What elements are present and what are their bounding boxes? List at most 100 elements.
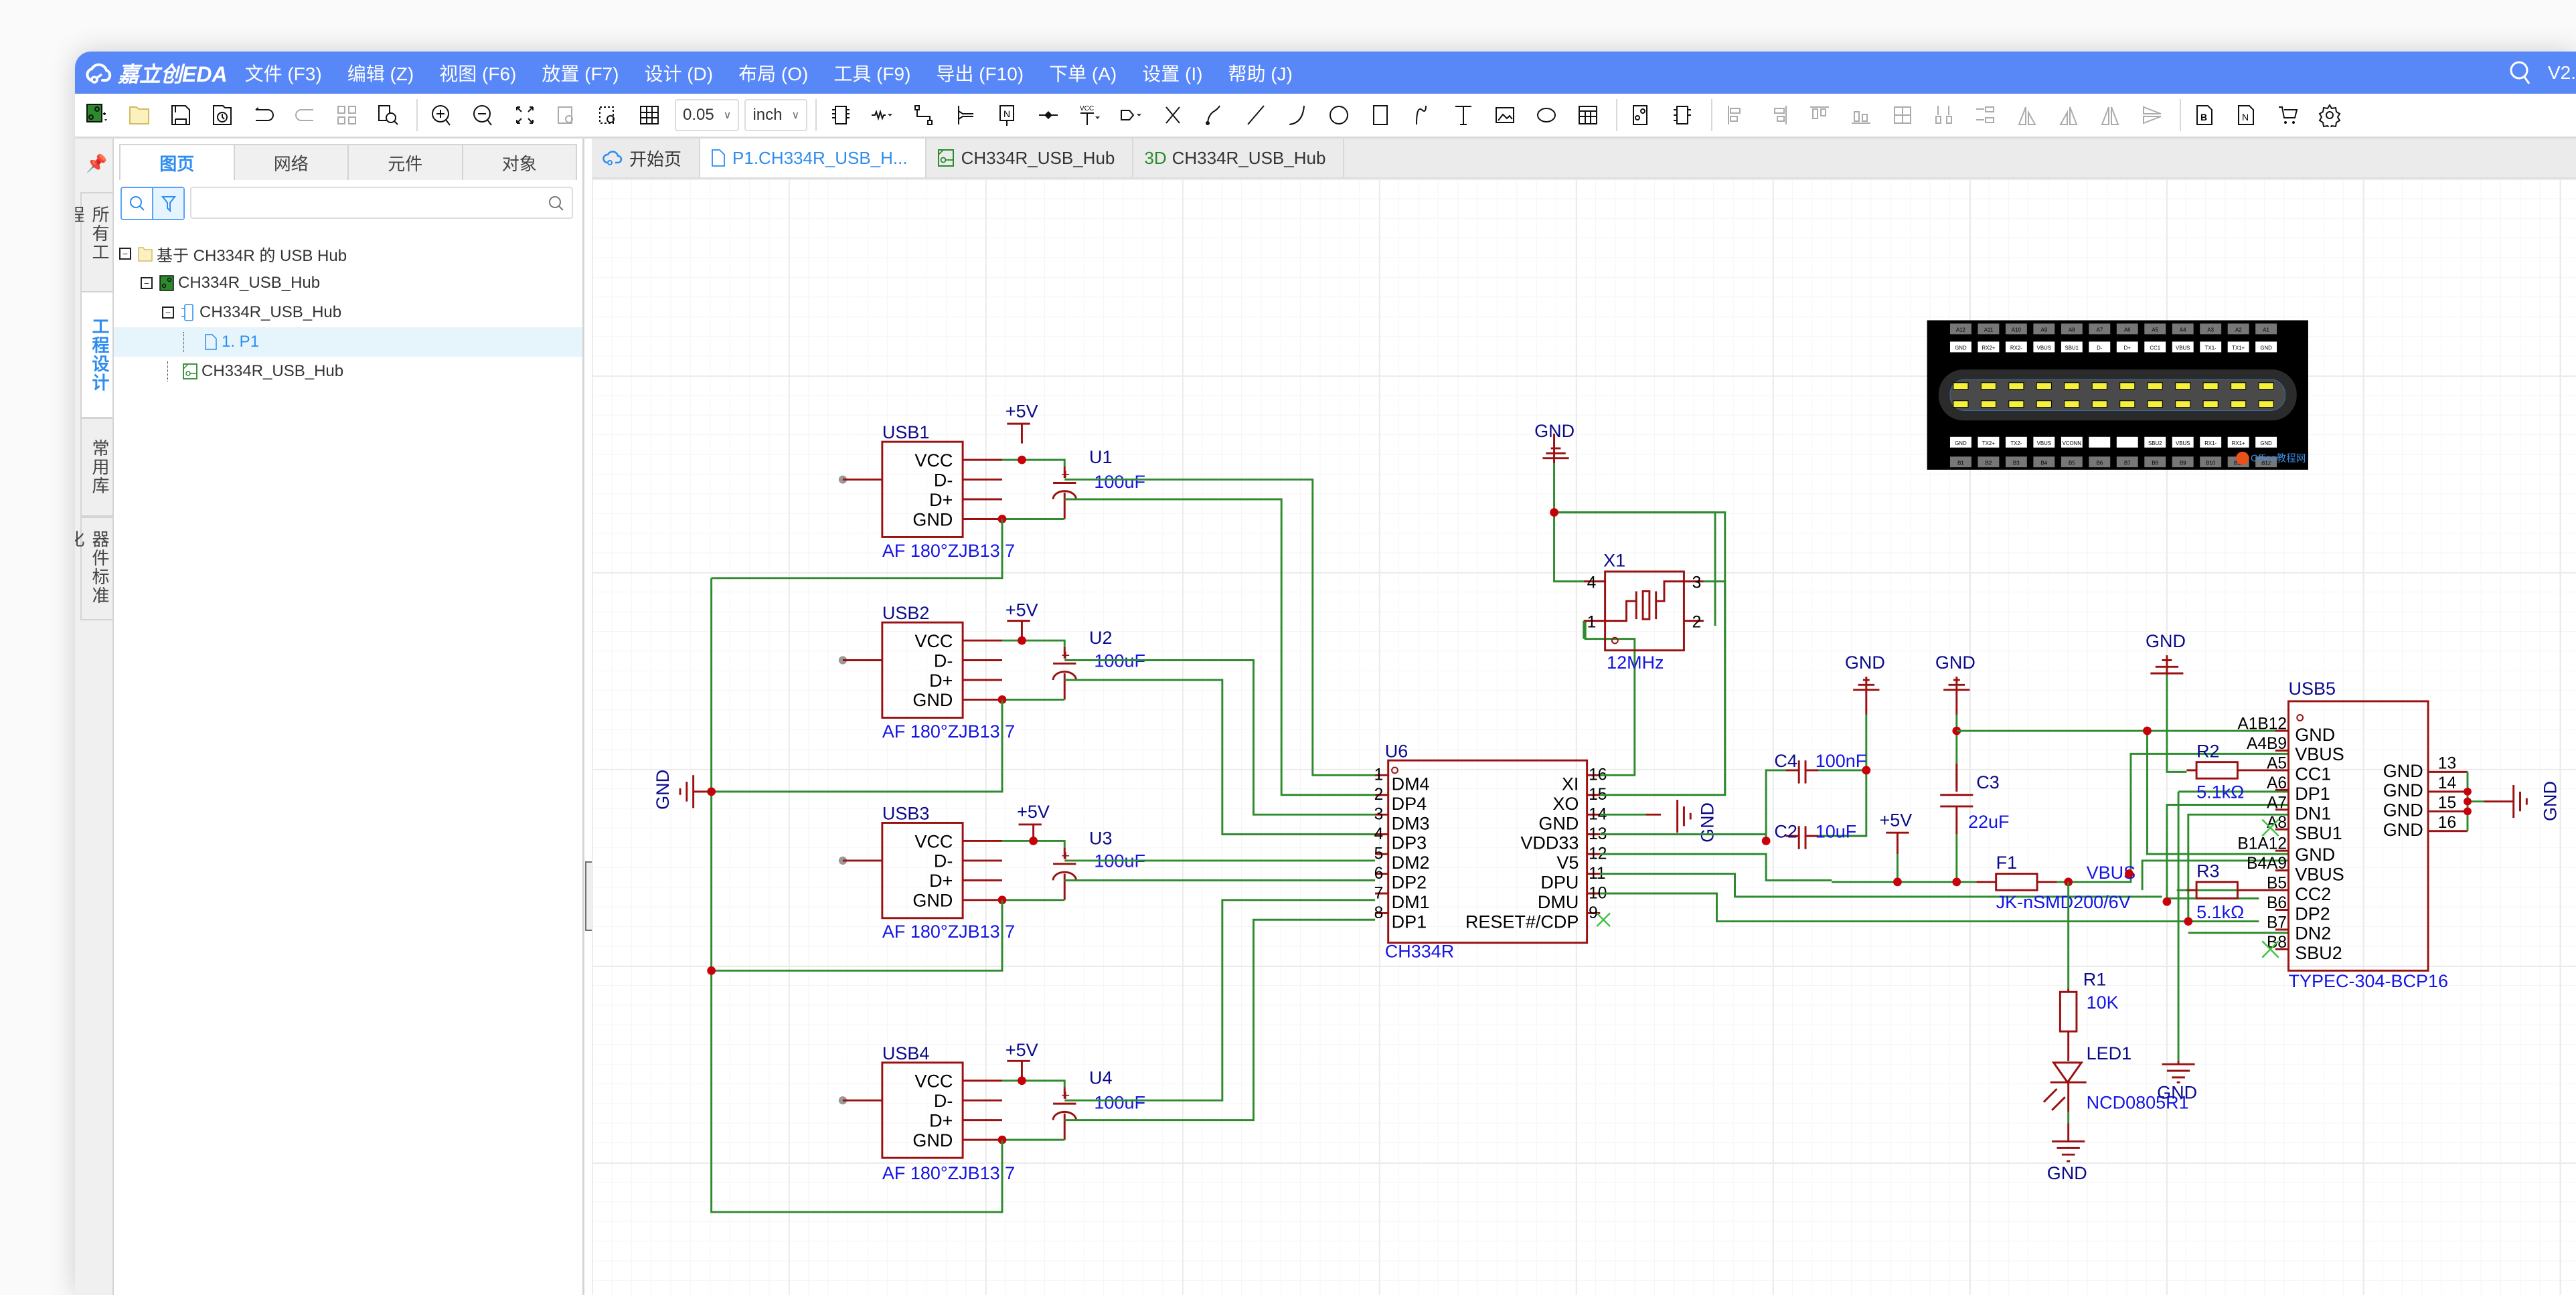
- align-right-button[interactable]: [1762, 99, 1794, 131]
- place-component-button[interactable]: [825, 99, 857, 131]
- line-button[interactable]: [1240, 99, 1272, 131]
- rotate-left-button[interactable]: [2011, 99, 2043, 131]
- rectangle-button[interactable]: [1364, 99, 1396, 131]
- order-button[interactable]: [2272, 99, 2304, 131]
- collapse-icon[interactable]: −: [162, 307, 174, 319]
- save-history-button[interactable]: [206, 99, 238, 131]
- tree-item-pcb[interactable]: CH334R_USB_Hub: [114, 357, 582, 386]
- search-box[interactable]: [190, 187, 573, 219]
- tree-item-project[interactable]: − 基于 CH334R 的 USB Hub: [114, 239, 582, 268]
- undo-button[interactable]: [248, 99, 280, 131]
- place-no-connect-button[interactable]: [1157, 99, 1189, 131]
- side-tab-project-design[interactable]: 工程设计: [80, 291, 112, 418]
- distribute-v-button[interactable]: [1969, 99, 2002, 131]
- cross-probe-button[interactable]: [1625, 99, 1658, 131]
- menu-place[interactable]: 放置 (F7): [542, 60, 619, 86]
- table-button[interactable]: [1572, 99, 1604, 131]
- group-button[interactable]: [331, 99, 363, 131]
- arc-button[interactable]: [1281, 99, 1313, 131]
- unit-select[interactable]: inch ∨: [744, 99, 808, 131]
- grid-size-select[interactable]: 0.05 ∨: [675, 99, 740, 131]
- circle-icon: [1330, 106, 1349, 124]
- search-icon[interactable]: [2509, 60, 2532, 86]
- menu-edit[interactable]: 编辑 (Z): [347, 60, 414, 86]
- app-logo-text: 嘉立创EDA: [118, 62, 228, 86]
- align-bottom-button[interactable]: [1845, 99, 1877, 131]
- app-logo[interactable]: 嘉立创EDA: [84, 58, 228, 88]
- place-netport-button[interactable]: [1115, 99, 1147, 131]
- panel-tab-objects[interactable]: 对象: [463, 145, 576, 180]
- open-button[interactable]: [123, 99, 155, 131]
- project-tree: − 基于 CH334R 的 USB Hub − CH334R_USB_Hub −…: [114, 239, 582, 386]
- zoom-out-icon: [473, 105, 492, 126]
- tree-item-page[interactable]: 1. P1: [114, 327, 582, 357]
- menu-file[interactable]: 文件 (F3): [245, 60, 322, 86]
- distribute-h-icon: [1935, 106, 1953, 124]
- menu-layout[interactable]: 布局 (O): [738, 60, 808, 86]
- collapse-icon[interactable]: −: [141, 277, 153, 289]
- panel-tab-nets[interactable]: 网络: [235, 145, 349, 180]
- bezier-button[interactable]: [1406, 99, 1438, 131]
- new-schematic-button[interactable]: [82, 99, 114, 131]
- doc-tab-3d[interactable]: 3D CH334R_USB_Hub: [1133, 139, 1345, 177]
- menu-help[interactable]: 帮助 (J): [1228, 60, 1292, 86]
- menu-export[interactable]: 导出 (F10): [936, 60, 1024, 86]
- image-button[interactable]: [1489, 99, 1521, 131]
- collapse-icon[interactable]: −: [119, 248, 131, 260]
- place-junction-button[interactable]: [1032, 99, 1064, 131]
- bom-button[interactable]: B: [2189, 99, 2221, 131]
- menu-design[interactable]: 设计 (D): [644, 60, 713, 86]
- doc-tab-start[interactable]: 开始页: [592, 139, 701, 177]
- panel-tab-pages[interactable]: 图页: [120, 145, 235, 180]
- place-netlabel-button[interactable]: N: [991, 99, 1023, 131]
- text-button[interactable]: [1447, 99, 1479, 131]
- zoom-area-button[interactable]: [592, 99, 624, 131]
- menu-view[interactable]: 视图 (F6): [439, 60, 516, 86]
- filter-mode-button[interactable]: [152, 188, 183, 219]
- doc-tab-schematic-page[interactable]: P1.CH334R_USB_H...: [700, 139, 927, 177]
- search-icon[interactable]: [548, 195, 565, 212]
- place-wire-button[interactable]: [908, 99, 940, 131]
- fit-view-button[interactable]: [509, 99, 541, 131]
- pin-icon[interactable]: 📌: [86, 153, 107, 174]
- tree-item-schematic[interactable]: − CH334R_USB_Hub: [114, 298, 582, 327]
- search-mode-button[interactable]: [122, 188, 152, 219]
- settings-button[interactable]: [2314, 99, 2346, 131]
- menu-tools[interactable]: 工具 (F9): [833, 60, 910, 86]
- doc-tab-pcb[interactable]: CH334R_USB_Hub: [927, 139, 1134, 177]
- tree-item-board[interactable]: − CH334R_USB_Hub: [114, 268, 582, 298]
- freehand-button[interactable]: [1198, 99, 1230, 131]
- rotate-right-button[interactable]: [2052, 99, 2085, 131]
- save-button[interactable]: [165, 99, 197, 131]
- place-resistor-button[interactable]: [866, 99, 898, 131]
- place-vcc-button[interactable]: VCC: [1074, 99, 1106, 131]
- zoom-selection-button[interactable]: [550, 99, 582, 131]
- flip-h-button[interactable]: [2094, 99, 2126, 131]
- netport-icon: [1121, 110, 1142, 120]
- flip-v-button[interactable]: [2136, 99, 2168, 131]
- netlist-button[interactable]: N: [2231, 99, 2263, 131]
- distribute-h-button[interactable]: [1928, 99, 1960, 131]
- convert-button[interactable]: [1667, 99, 1699, 131]
- redo-button[interactable]: [289, 99, 321, 131]
- find-button[interactable]: [372, 99, 404, 131]
- zoom-out-button[interactable]: [467, 99, 499, 131]
- align-top-button[interactable]: [1803, 99, 1836, 131]
- side-tab-common-library[interactable]: 常用库: [80, 418, 112, 517]
- schematic-canvas[interactable]: [592, 179, 2576, 1295]
- line-icon: [1247, 105, 1265, 125]
- circle-button[interactable]: [1323, 99, 1355, 131]
- align-left-button[interactable]: [1720, 99, 1753, 131]
- menu-settings[interactable]: 设置 (I): [1142, 60, 1202, 86]
- align-center-button[interactable]: [1886, 99, 1919, 131]
- panel-tab-components[interactable]: 元件: [349, 145, 463, 180]
- side-tab-device-standardization[interactable]: 器件标准化: [75, 517, 112, 620]
- place-bus-button[interactable]: [949, 99, 981, 131]
- ellipse-button[interactable]: [1530, 99, 1562, 131]
- menu-order[interactable]: 下单 (A): [1049, 60, 1117, 86]
- doc-tab-label: CH334R_USB_Hub: [1172, 147, 1326, 168]
- search-input[interactable]: [197, 188, 504, 216]
- side-tab-all-projects[interactable]: 所有工程: [75, 192, 112, 292]
- grid-toggle-button[interactable]: [633, 99, 665, 131]
- zoom-in-button[interactable]: [426, 99, 458, 131]
